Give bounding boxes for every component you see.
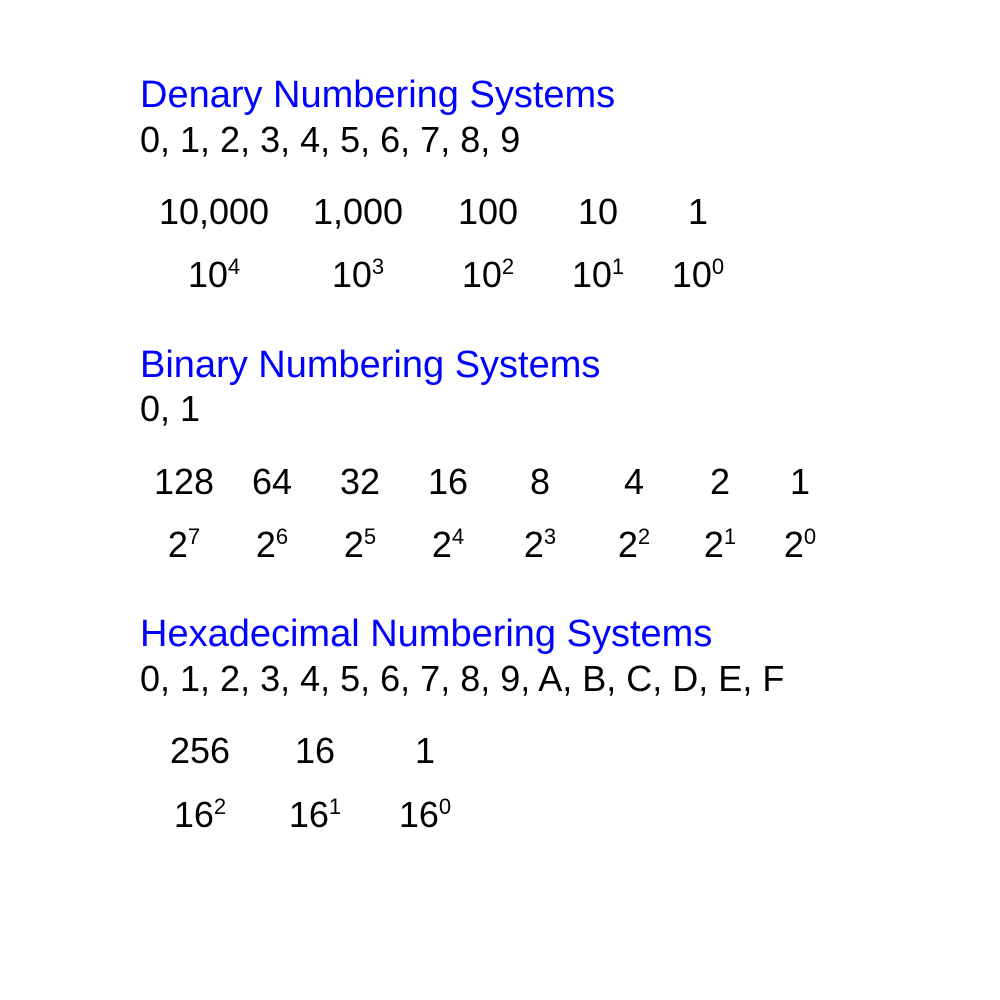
binary-digits: 0, 1 <box>140 388 1000 429</box>
hex-value: 1 <box>370 729 480 772</box>
hex-digits: 0, 1, 2, 3, 4, 5, 6, 7, 8, 9, A, B, C, D… <box>140 658 1000 699</box>
denary-values-row: 10,000 1,000 100 10 1 <box>140 190 1000 233</box>
hex-powers-row: 162 161 160 <box>140 793 1000 836</box>
denary-value: 1 <box>648 190 748 233</box>
denary-value: 10 <box>548 190 648 233</box>
binary-value: 64 <box>228 460 316 503</box>
hex-power: 160 <box>370 793 480 836</box>
binary-value: 128 <box>140 460 228 503</box>
binary-power: 22 <box>588 523 680 566</box>
binary-value: 4 <box>588 460 680 503</box>
hex-value: 16 <box>260 729 370 772</box>
binary-power: 26 <box>228 523 316 566</box>
hex-heading: Hexadecimal Numbering Systems <box>140 614 1000 656</box>
binary-powers-row: 27 26 25 24 23 22 21 20 <box>140 523 1000 566</box>
denary-value: 100 <box>428 190 548 233</box>
binary-power: 23 <box>492 523 588 566</box>
denary-section: Denary Numbering Systems 0, 1, 2, 3, 4, … <box>140 75 1000 297</box>
binary-power: 25 <box>316 523 404 566</box>
hex-power: 161 <box>260 793 370 836</box>
denary-power: 104 <box>140 253 288 296</box>
denary-power: 103 <box>288 253 428 296</box>
denary-heading: Denary Numbering Systems <box>140 75 1000 117</box>
denary-power: 102 <box>428 253 548 296</box>
denary-value: 10,000 <box>140 190 288 233</box>
hex-section: Hexadecimal Numbering Systems 0, 1, 2, 3… <box>140 614 1000 836</box>
denary-value: 1,000 <box>288 190 428 233</box>
hex-values-row: 256 16 1 <box>140 729 1000 772</box>
binary-value: 2 <box>680 460 760 503</box>
binary-value: 1 <box>760 460 840 503</box>
denary-digits: 0, 1, 2, 3, 4, 5, 6, 7, 8, 9 <box>140 119 1000 160</box>
binary-values-row: 128 64 32 16 8 4 2 1 <box>140 460 1000 503</box>
hex-power: 162 <box>140 793 260 836</box>
binary-section: Binary Numbering Systems 0, 1 128 64 32 … <box>140 345 1000 567</box>
binary-heading: Binary Numbering Systems <box>140 345 1000 387</box>
denary-power: 101 <box>548 253 648 296</box>
denary-powers-row: 104 103 102 101 100 <box>140 253 1000 296</box>
binary-power: 27 <box>140 523 228 566</box>
binary-power: 21 <box>680 523 760 566</box>
binary-power: 24 <box>404 523 492 566</box>
binary-value: 16 <box>404 460 492 503</box>
binary-power: 20 <box>760 523 840 566</box>
denary-power: 100 <box>648 253 748 296</box>
binary-value: 8 <box>492 460 588 503</box>
binary-value: 32 <box>316 460 404 503</box>
hex-value: 256 <box>140 729 260 772</box>
